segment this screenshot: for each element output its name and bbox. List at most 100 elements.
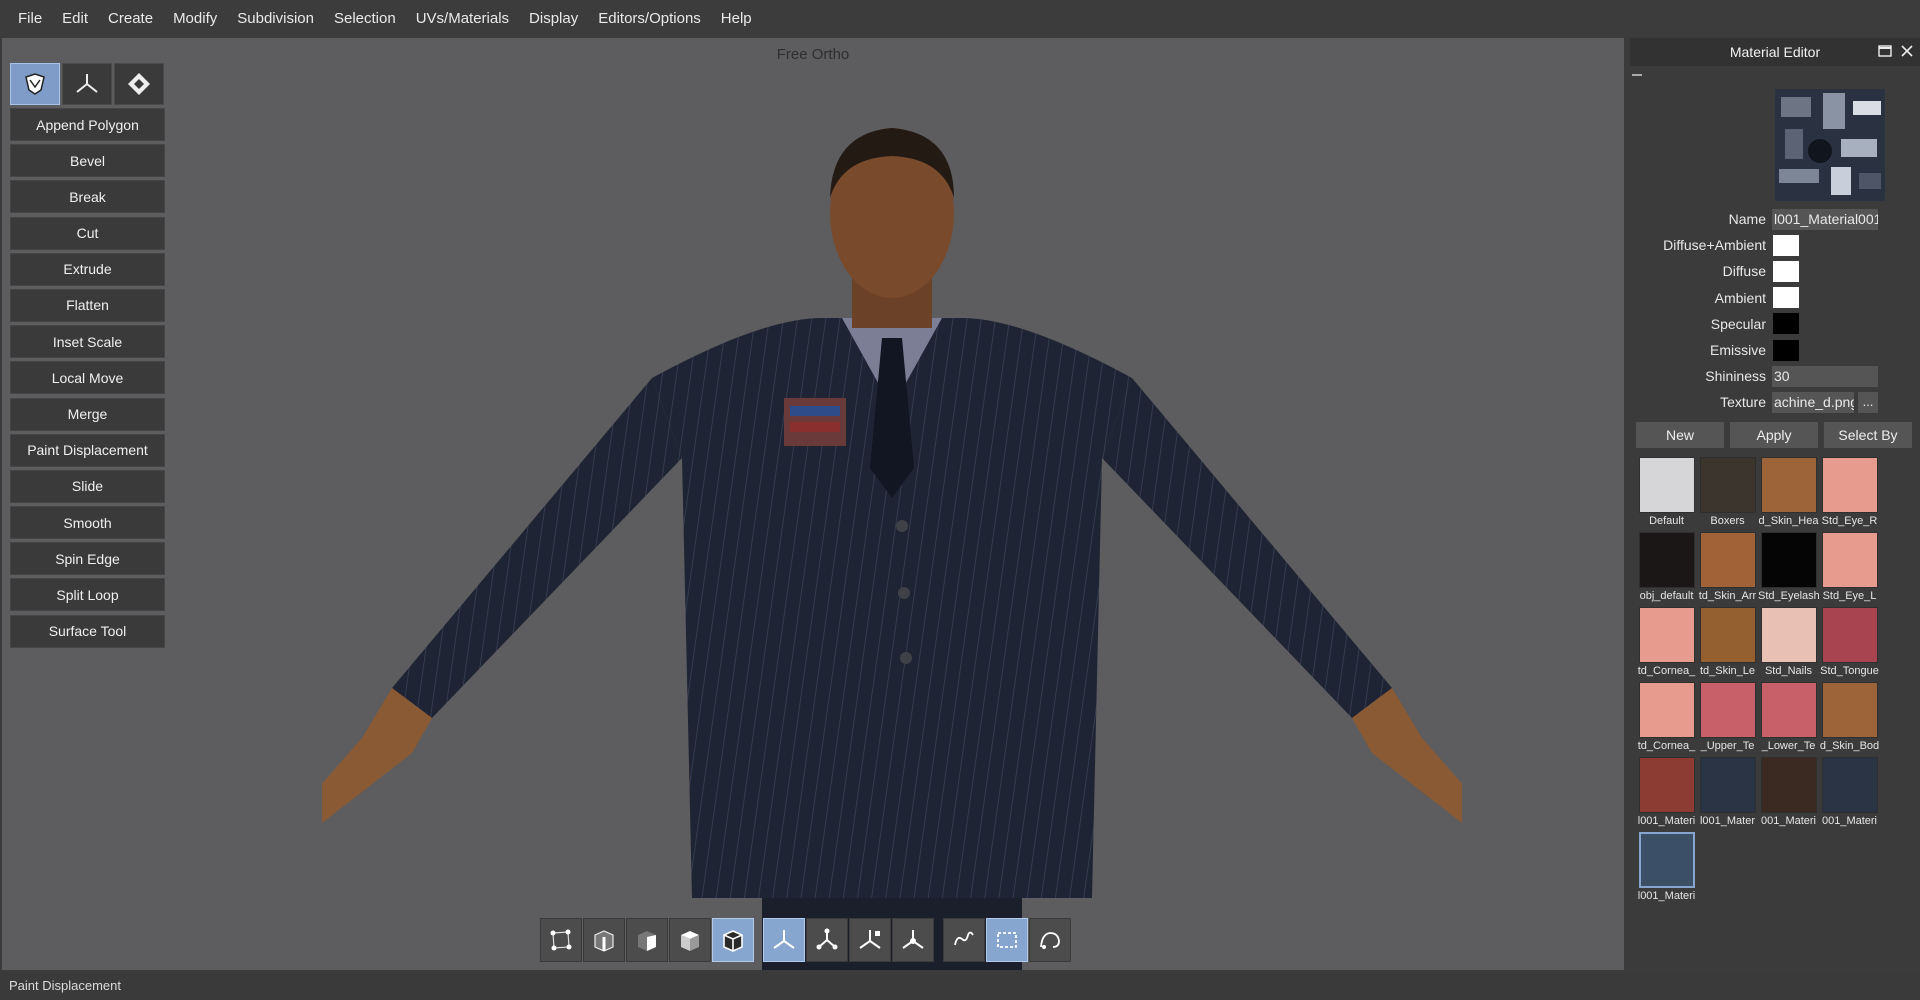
material-thumbnail[interactable]: Std_Eyelash xyxy=(1758,532,1819,607)
tool-paint-displacement-button[interactable]: Paint Displacement xyxy=(10,433,165,467)
toolbar-separator xyxy=(755,918,762,964)
edge-select-icon xyxy=(591,927,617,953)
texture-field[interactable]: achine_d.png xyxy=(1772,391,1854,413)
new-material-button[interactable]: New xyxy=(1636,422,1724,448)
collapse-dash-icon[interactable] xyxy=(1632,74,1642,76)
material-thumbnail[interactable]: td_Skin_Arr xyxy=(1697,532,1758,607)
material-label: l001_Materi xyxy=(1637,890,1696,902)
tool-flatten-button[interactable]: Flatten xyxy=(10,288,165,322)
material-swatch xyxy=(1821,682,1878,738)
maximize-icon[interactable] xyxy=(1878,44,1892,58)
material-thumbnail[interactable]: Std_Tongue xyxy=(1819,607,1880,682)
menu-create[interactable]: Create xyxy=(98,10,163,27)
uv-mode-button[interactable] xyxy=(114,63,164,105)
rotate-gizmo-button[interactable] xyxy=(806,918,848,962)
transform-mode-icon xyxy=(74,71,100,97)
material-thumbnail[interactable]: 001_Materi xyxy=(1758,757,1819,832)
transform-mode-button[interactable] xyxy=(62,63,112,105)
specular-swatch[interactable] xyxy=(1772,312,1800,336)
material-swatch xyxy=(1638,607,1695,663)
universal-gizmo-button[interactable] xyxy=(892,918,934,962)
material-thumbnail[interactable]: l001_Materi xyxy=(1636,832,1697,907)
menu-modify[interactable]: Modify xyxy=(163,10,227,27)
material-thumbnail[interactable]: _Lower_Te xyxy=(1758,682,1819,757)
tool-split-loop-button[interactable]: Split Loop xyxy=(10,578,165,612)
material-thumbnail[interactable]: Std_Eye_L xyxy=(1819,532,1880,607)
emissive-swatch[interactable] xyxy=(1772,338,1800,362)
mode-selector xyxy=(10,63,165,105)
lasso-select-button[interactable] xyxy=(943,918,985,962)
material-thumbnail[interactable]: Default xyxy=(1636,457,1697,532)
menu-display[interactable]: Display xyxy=(519,10,588,27)
menu-bar: File Edit Create Modify Subdivision Sele… xyxy=(0,0,1920,36)
material-swatch xyxy=(1760,457,1817,513)
tool-extrude-button[interactable]: Extrude xyxy=(10,252,165,286)
menu-help[interactable]: Help xyxy=(711,10,762,27)
material-editor-title: Material Editor xyxy=(1729,44,1821,60)
rectangle-select-button[interactable] xyxy=(986,918,1028,962)
tool-merge-button[interactable]: Merge xyxy=(10,397,165,431)
material-swatch xyxy=(1760,532,1817,588)
move-gizmo-button[interactable] xyxy=(763,918,805,962)
material-swatch xyxy=(1821,457,1878,513)
material-thumbnail[interactable]: 001_Materi xyxy=(1819,757,1880,832)
select-by-material-button[interactable]: Select By xyxy=(1824,422,1912,448)
material-thumbnail[interactable]: td_Cornea_ xyxy=(1636,682,1697,757)
menu-editors-options[interactable]: Editors/Options xyxy=(588,10,711,27)
menu-uvs-materials[interactable]: UVs/Materials xyxy=(406,10,519,27)
ambient-swatch[interactable] xyxy=(1772,286,1800,310)
tool-slide-button[interactable]: Slide xyxy=(10,469,165,503)
material-thumbnail[interactable]: td_Skin_Le xyxy=(1697,607,1758,682)
edge-select-button[interactable] xyxy=(583,918,625,962)
character-model[interactable] xyxy=(322,78,1462,970)
menu-edit[interactable]: Edit xyxy=(52,10,98,27)
solid-cube-button[interactable] xyxy=(712,918,754,962)
face-select-button[interactable] xyxy=(626,918,668,962)
material-label: Std_Eyelash xyxy=(1758,590,1819,602)
face-mode-button[interactable] xyxy=(10,63,60,105)
tool-spin-edge-button[interactable]: Spin Edge xyxy=(10,542,165,576)
shininess-row: Shininess 30 xyxy=(1630,363,1920,389)
tool-cut-button[interactable]: Cut xyxy=(10,216,165,250)
menu-file[interactable]: File xyxy=(8,10,52,27)
vertex-select-button[interactable] xyxy=(540,918,582,962)
tool-panel: Append Polygon Bevel Break Cut Extrude F… xyxy=(10,63,165,651)
menu-selection[interactable]: Selection xyxy=(324,10,406,27)
material-thumbnail[interactable]: Std_Nails xyxy=(1758,607,1819,682)
tool-local-move-button[interactable]: Local Move xyxy=(10,361,165,395)
material-thumbnail[interactable]: Boxers xyxy=(1697,457,1758,532)
material-thumbnail[interactable]: l001_Materi xyxy=(1636,757,1697,832)
tool-inset-scale-button[interactable]: Inset Scale xyxy=(10,325,165,359)
paint-select-button[interactable] xyxy=(1029,918,1071,962)
diffuse-swatch[interactable] xyxy=(1772,259,1800,283)
material-thumbnail[interactable]: d_Skin_Bod xyxy=(1819,682,1880,757)
object-select-button[interactable] xyxy=(669,918,711,962)
tool-list: Append Polygon Bevel Break Cut Extrude F… xyxy=(10,108,165,648)
tool-smooth-button[interactable]: Smooth xyxy=(10,506,165,540)
material-thumbnail[interactable]: l001_Mater xyxy=(1697,757,1758,832)
apply-material-button[interactable]: Apply xyxy=(1730,422,1818,448)
material-name-field[interactable]: l001_Material001 xyxy=(1772,208,1878,230)
vertex-select-icon xyxy=(548,927,574,953)
tool-bevel-button[interactable]: Bevel xyxy=(10,144,165,178)
texture-browse-button[interactable]: ... xyxy=(1858,391,1878,413)
material-swatch xyxy=(1638,457,1695,513)
material-thumbnail[interactable]: Std_Eye_R xyxy=(1819,457,1880,532)
scale-gizmo-button[interactable] xyxy=(849,918,891,962)
menu-subdivision[interactable]: Subdivision xyxy=(227,10,324,27)
status-text: Paint Displacement xyxy=(9,978,121,993)
material-thumbnail[interactable]: td_Cornea_ xyxy=(1636,607,1697,682)
material-thumbnail[interactable]: _Upper_Te xyxy=(1697,682,1758,757)
material-label: l001_Mater xyxy=(1699,815,1756,827)
material-swatch xyxy=(1699,532,1756,588)
tool-append-polygon-button[interactable]: Append Polygon xyxy=(10,108,165,141)
tool-break-button[interactable]: Break xyxy=(10,180,165,214)
material-thumbnail[interactable]: d_Skin_Hea xyxy=(1758,457,1819,532)
close-icon[interactable] xyxy=(1900,44,1914,58)
3d-viewport[interactable]: Free Ortho xyxy=(2,38,1624,970)
tool-surface-tool-button[interactable]: Surface Tool xyxy=(10,614,165,648)
shininess-field[interactable]: 30 xyxy=(1772,365,1878,387)
diffuse-ambient-swatch[interactable] xyxy=(1772,233,1800,257)
face-select-icon xyxy=(634,927,660,953)
material-thumbnail[interactable]: obj_default xyxy=(1636,532,1697,607)
